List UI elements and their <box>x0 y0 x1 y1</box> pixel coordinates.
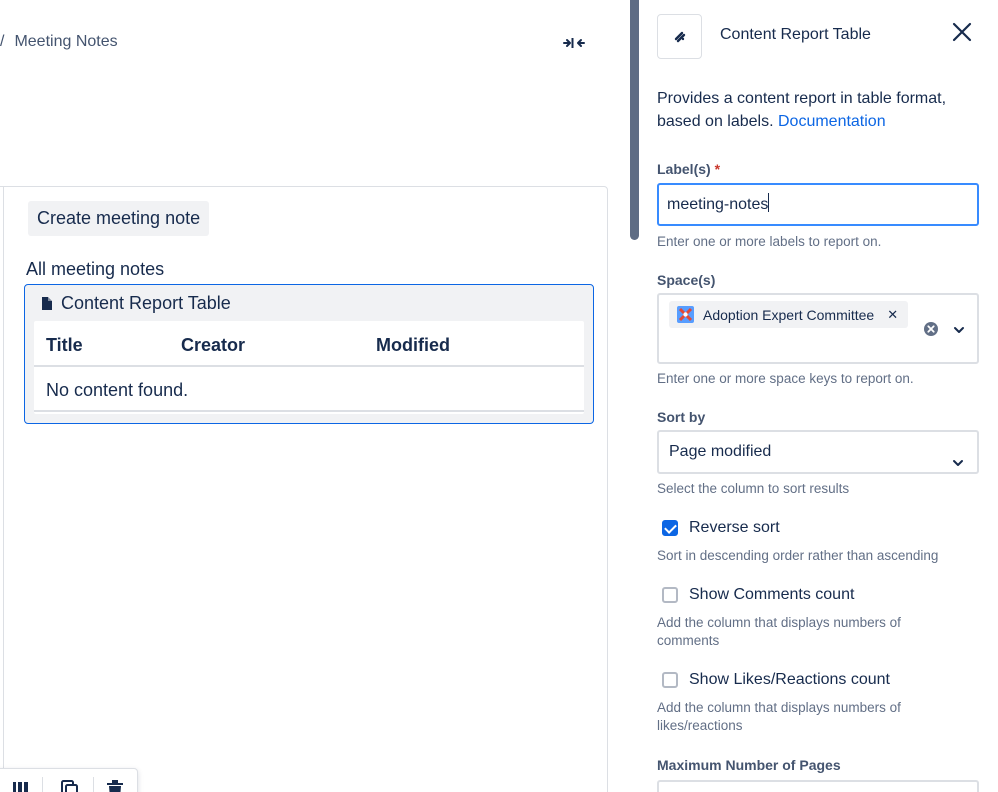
column-header-creator: Creator <box>181 335 246 355</box>
chevron-down-icon <box>954 327 964 333</box>
spaces-help: Enter one or more space keys to report o… <box>657 371 914 386</box>
space-chip-label: Adoption Expert Committee <box>703 306 875 323</box>
labels-input[interactable]: meeting-notes <box>657 183 979 226</box>
toolbar-divider <box>93 777 94 792</box>
table-bottom-border <box>34 410 584 412</box>
panel-title: Content Report Table <box>720 26 871 43</box>
reverse-sort-label: Reverse sort <box>689 519 780 536</box>
editor-column-divider <box>0 186 4 792</box>
page-icon <box>42 297 52 310</box>
breadcrumb-separator: / <box>0 33 5 50</box>
column-header-title: Title <box>46 335 83 355</box>
labels-field-label: Label(s) * <box>657 161 720 177</box>
space-chip: Adoption Expert Committee ✕ <box>669 301 909 328</box>
reverse-sort-help: Sort in descending order rather than asc… <box>657 548 939 563</box>
labels-help: Enter one or more labels to report on. <box>657 234 882 249</box>
collapse-width-button[interactable] <box>562 32 586 54</box>
close-panel-button[interactable] <box>950 20 974 44</box>
floating-toolbar <box>0 768 138 792</box>
macro-header: Content Report Table <box>41 293 231 314</box>
labels-input-value: meeting-notes <box>667 196 769 213</box>
clear-icon <box>924 322 938 336</box>
documentation-link[interactable]: Documentation <box>778 113 886 130</box>
show-comments-help: Add the column that displays numbers of … <box>657 615 901 648</box>
reverse-sort-option[interactable]: Reverse sort <box>662 519 780 537</box>
spaces-select[interactable]: Adoption Expert Committee ✕ <box>657 293 979 364</box>
panel-description: Provides a content report in table forma… <box>657 87 977 133</box>
content-report-macro[interactable]: Content Report Table Title Creator Modif… <box>24 284 594 424</box>
show-likes-option[interactable]: Show Likes/Reactions count <box>662 671 890 689</box>
create-meeting-note-button[interactable]: Create meeting note <box>28 201 210 236</box>
breadcrumb-current[interactable]: Meeting Notes <box>14 33 117 50</box>
sort-dropdown-chevron <box>951 446 965 466</box>
chevron-down-icon <box>953 460 963 466</box>
close-icon <box>952 22 972 42</box>
sort-by-select[interactable]: Page modified <box>657 430 979 474</box>
column-header-modified: Modified <box>376 335 450 355</box>
macro-title: Content Report Table <box>61 293 231 313</box>
column-layout-icon <box>13 782 28 792</box>
space-avatar-icon <box>677 306 694 323</box>
macro-icon-box <box>657 14 702 59</box>
sort-by-value: Page modified <box>669 443 772 460</box>
reverse-sort-checkbox[interactable] <box>662 520 678 536</box>
report-table: Title Creator Modified No content found. <box>34 321 584 414</box>
show-likes-label: Show Likes/Reactions count <box>689 671 890 688</box>
macro-icon <box>674 31 685 42</box>
table-header-row: Title Creator Modified <box>34 321 584 367</box>
spaces-field-label: Space(s) <box>657 272 716 288</box>
copy-icon <box>61 780 78 792</box>
text-caret <box>768 193 770 212</box>
copy-button[interactable] <box>60 779 80 792</box>
sort-by-field-label: Sort by <box>657 409 706 425</box>
trash-icon <box>107 780 123 792</box>
show-likes-checkbox[interactable] <box>662 672 678 688</box>
spaces-dropdown-button[interactable] <box>952 323 966 337</box>
labels-label-text: Label(s) <box>657 161 711 177</box>
macro-config-panel: Content Report Table Provides a content … <box>640 0 998 792</box>
show-likes-help: Add the column that displays numbers of … <box>657 700 901 733</box>
show-comments-option[interactable]: Show Comments count <box>662 586 854 604</box>
scrollbar-thumb[interactable] <box>630 0 639 240</box>
show-comments-checkbox[interactable] <box>662 587 678 603</box>
delete-button[interactable] <box>106 779 126 792</box>
empty-message: No content found. <box>46 380 189 400</box>
sort-by-help: Select the column to sort results <box>657 481 850 496</box>
max-pages-field-label: Maximum Number of Pages <box>657 757 841 773</box>
layout-button[interactable] <box>13 779 33 792</box>
remove-chip-button[interactable]: ✕ <box>887 307 898 323</box>
clear-selection-button[interactable] <box>923 321 939 337</box>
collapse-arrows-icon <box>563 38 585 48</box>
show-comments-label: Show Comments count <box>689 586 855 603</box>
max-pages-input[interactable] <box>657 780 979 792</box>
toolbar-divider <box>42 777 43 792</box>
required-indicator: * <box>714 161 721 177</box>
section-heading: All meeting notes <box>26 259 165 279</box>
breadcrumb: / Meeting Notes <box>0 33 118 51</box>
